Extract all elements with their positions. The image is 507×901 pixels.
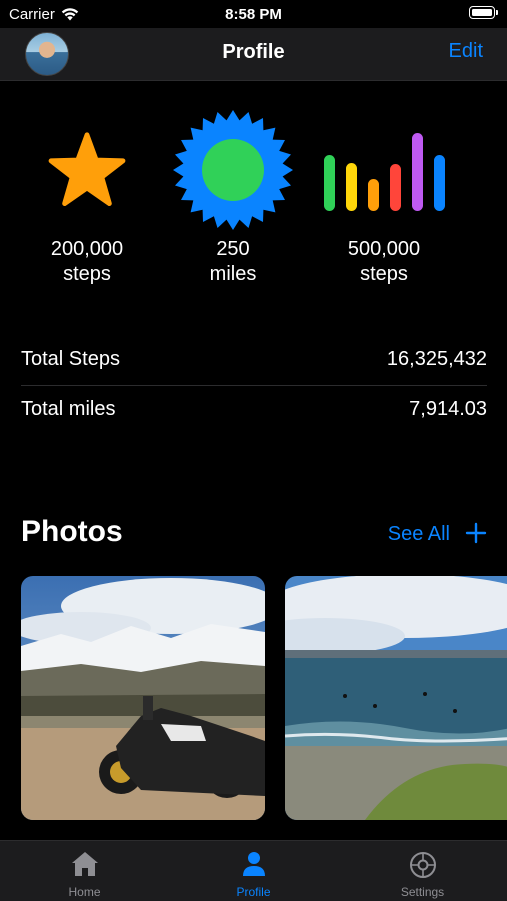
- badge-miles-250[interactable]: 250 miles: [168, 105, 298, 287]
- stat-value: 7,914.03: [409, 397, 487, 420]
- badge-line2: miles: [209, 263, 257, 285]
- tab-profile[interactable]: Profile: [169, 841, 338, 901]
- edit-button[interactable]: Edit: [449, 40, 483, 63]
- person-icon: [242, 852, 265, 876]
- badge-line1: 250: [216, 238, 250, 260]
- page-title: Profile: [222, 41, 285, 63]
- badge-steps-200k[interactable]: 200,000 steps: [22, 105, 152, 287]
- navigation-bar: Profile Edit: [0, 28, 507, 81]
- photo-beach[interactable]: [285, 576, 507, 820]
- badge-line1: 500,000: [347, 238, 421, 260]
- tab-label: Profile: [236, 885, 271, 899]
- stat-value: 16,325,432: [386, 347, 487, 370]
- tab-settings[interactable]: Settings: [338, 841, 507, 901]
- gear-icon: [409, 852, 436, 878]
- status-bar: Carrier 8:58 PM: [0, 0, 507, 28]
- badge-line2: steps: [360, 263, 408, 285]
- star-icon: [22, 105, 152, 235]
- badge-steps-500k[interactable]: 500,000 steps: [319, 105, 449, 287]
- tab-bar: Home Profile Settings: [0, 840, 507, 901]
- badge-line2: steps: [63, 263, 111, 285]
- tab-label: Home: [68, 885, 101, 899]
- stat-row-total-miles: Total miles 7,914.03: [21, 385, 487, 433]
- house-icon: [71, 852, 98, 876]
- plus-icon[interactable]: [463, 520, 489, 546]
- stat-label: Total miles: [21, 397, 116, 420]
- see-all-button[interactable]: See All: [388, 523, 450, 546]
- stat-row-total-steps: Total Steps 16,325,432: [21, 335, 487, 383]
- bars-icon: [319, 105, 449, 235]
- battery-icon: [469, 6, 498, 19]
- sun-badge-icon: [168, 105, 298, 235]
- status-time: 8:58 PM: [225, 6, 282, 23]
- photo-motorcycle[interactable]: [21, 576, 265, 820]
- tab-label: Settings: [400, 885, 445, 899]
- stat-label: Total Steps: [21, 347, 120, 370]
- badge-line1: 200,000: [50, 238, 124, 260]
- photos-section-title: Photos: [21, 515, 123, 548]
- tab-home[interactable]: Home: [0, 841, 169, 901]
